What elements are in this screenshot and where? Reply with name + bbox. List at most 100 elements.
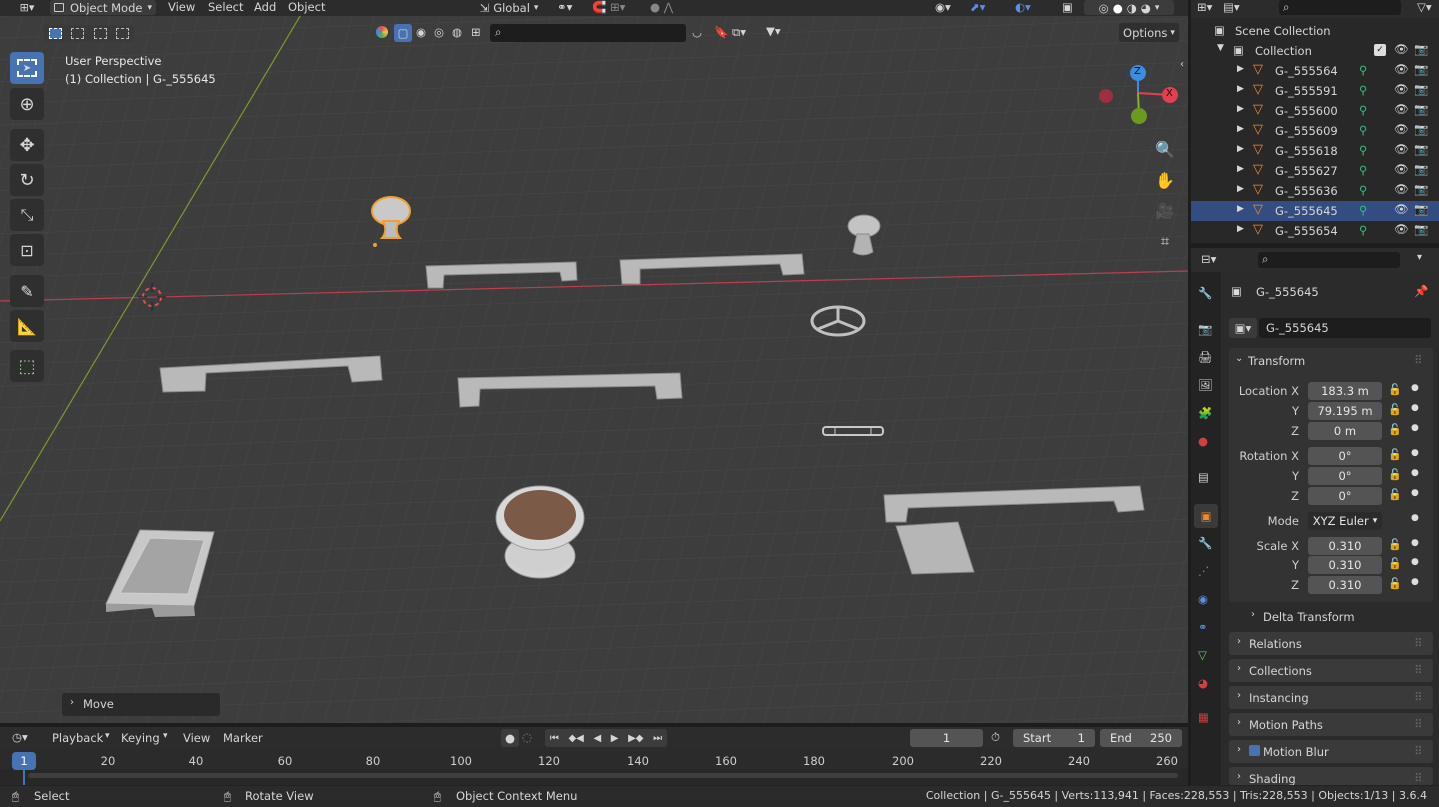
eye-icon[interactable]: 👁 [1394,82,1409,96]
location-y-field[interactable]: 79.195 m [1308,402,1382,420]
panel-motion-paths[interactable]: › Motion Paths ⠿ [1229,713,1433,736]
scale-y-field[interactable]: 0.310 [1308,556,1382,574]
camera-render-icon[interactable]: 📷 [1414,122,1428,136]
rendered-shading-icon[interactable]: ◕ [1141,1,1151,15]
start-frame-field[interactable]: Start 1 [1013,729,1095,747]
modifier-icon[interactable]: ⚲ [1359,163,1367,177]
constraints-tab-icon[interactable]: ⚭ [1198,620,1208,634]
panel-shading[interactable]: › Shading ⠿ [1229,767,1433,785]
vertex-mode-icon[interactable]: ◉ [416,25,426,39]
select-new-icon[interactable] [48,28,62,39]
modifier-icon[interactable]: ⚲ [1359,143,1367,157]
scene-tab-icon[interactable]: 🧩 [1198,406,1212,420]
outliner-object-row[interactable]: ▶ ▽ G-_555645 ⚲ 👁 📷 [1191,201,1439,221]
material-tab-icon[interactable]: ◕ [1198,676,1208,690]
modifier-icon[interactable]: ⚲ [1359,83,1367,97]
material-shading-icon[interactable]: ◑ [1127,1,1137,15]
lock-icon[interactable]: 🔓 [1388,488,1402,501]
jump-start-icon[interactable]: ⏮ [550,733,559,744]
camera-render-icon[interactable]: 📷 [1414,222,1428,236]
pan-button[interactable]: ✋ [1151,166,1179,194]
camera-render-icon[interactable]: 📷 [1414,42,1428,56]
scene-collection-row[interactable]: ▣ Scene Collection [1191,21,1439,41]
menu-keying[interactable]: Keying [121,731,160,745]
expand-arrow-icon[interactable]: ▶ [1237,204,1244,214]
visibility-filter-icon[interactable]: ◡ [692,25,702,39]
keyframe-type-icon[interactable]: ◌ [522,730,532,744]
object-tab-icon[interactable]: ▣ [1194,504,1218,528]
exclude-checkbox[interactable]: ✓ [1374,44,1386,56]
output-tab-icon[interactable]: 🖨 [1198,350,1213,364]
timeline-editor-icon[interactable]: ◷▾ [12,730,28,744]
eye-icon[interactable]: 👁 [1394,122,1409,136]
camera-render-icon[interactable]: 📷 [1414,102,1428,116]
modifier-icon[interactable]: ⚲ [1359,183,1367,197]
zoom-button[interactable]: 🔍 [1151,135,1179,163]
current-frame-field[interactable]: 1 [910,729,983,747]
menu-view[interactable]: View [168,0,195,14]
expand-arrow-icon[interactable]: ▶ [1237,164,1244,174]
xray-icon[interactable]: ▣ [1062,0,1073,14]
transform-title[interactable]: Transform [1248,354,1305,368]
measure-tool[interactable]: 📐 [10,310,44,342]
menu-playback[interactable]: Playback [52,731,103,745]
rotation-z-field[interactable]: 0° [1308,487,1382,505]
wireframe-shading-icon[interactable]: ◎ [1099,1,1109,15]
lock-icon[interactable]: 🔓 [1388,403,1402,416]
pin-icon[interactable]: 📌 [1414,284,1428,298]
panel-relations[interactable]: › Relations ⠿ [1229,632,1433,655]
lock-icon[interactable]: 🔓 [1388,538,1402,551]
record-button[interactable]: ● [501,729,519,747]
move-tool[interactable]: ✥ [10,129,44,161]
mode-dropdown[interactable]: Object Mode ▾ [50,0,156,15]
camera-view-button[interactable]: 🎥 [1151,197,1179,225]
keyframe-dot-icon[interactable]: ● [1411,403,1419,413]
drag-handle-icon[interactable]: ⠿ [1414,744,1422,758]
modifier-icon[interactable]: ⚲ [1359,203,1367,217]
end-frame-field[interactable]: End 250 [1100,729,1182,747]
filter-icon[interactable]: ▽▾ [1417,0,1432,14]
display-mode-icon[interactable]: ▤▾ [1223,0,1240,14]
camera-render-icon[interactable]: 📷 [1414,182,1428,196]
collection-tab-icon[interactable]: ▤ [1198,470,1209,484]
outliner-object-row[interactable]: ▶ ▽ G-_555654 ⚲ 👁 📷 [1191,221,1439,241]
modifier-icon[interactable]: ⚲ [1359,223,1367,237]
keyframe-dot-icon[interactable]: ● [1411,448,1419,458]
select-invert-icon[interactable] [116,28,130,39]
add-cube-tool[interactable]: ⬚ [10,350,44,382]
menu-add[interactable]: Add [254,0,276,14]
object-name-field[interactable]: G-_555645 [1259,318,1431,338]
delta-transform-label[interactable]: Delta Transform [1263,610,1355,624]
rotate-tool[interactable]: ↻ [10,164,44,196]
chevron-right-icon[interactable]: › [1251,609,1255,620]
outliner-search-input[interactable]: ⌕ [1279,0,1401,15]
scale-x-field[interactable]: 0.310 [1308,537,1382,555]
prev-keyframe-icon[interactable]: ◆◀ [568,733,583,744]
transform-tool[interactable]: ⊡ [10,234,44,266]
camera-render-icon[interactable]: 📷 [1414,162,1428,176]
camera-render-icon[interactable]: 📷 [1414,62,1428,76]
orientation-dropdown[interactable]: ⇲ Global ▾ [470,0,548,15]
outliner-object-row[interactable]: ▶ ▽ G-_555627 ⚲ 👁 📷 [1191,161,1439,181]
keyframe-dot-icon[interactable]: ● [1411,488,1419,498]
object-type-icon[interactable] [376,26,388,38]
lock-icon[interactable]: 🔓 [1388,557,1402,570]
outliner-object-row[interactable]: ▶ ▽ G-_555609 ⚲ 👁 📷 [1191,121,1439,141]
menu-marker[interactable]: Marker [223,731,263,745]
outliner-object-row[interactable]: ▶ ▽ G-_555564 ⚲ 👁 📷 [1191,61,1439,81]
outliner-object-row[interactable]: ▶ ▽ G-_555636 ⚲ 👁 📷 [1191,181,1439,201]
menu-select[interactable]: Select [208,0,243,14]
expand-arrow-icon[interactable]: ▶ [1237,104,1244,114]
scale-z-field[interactable]: 0.310 [1308,576,1382,594]
last-operator-panel[interactable]: › Move [62,693,220,716]
solid-shading-icon[interactable]: ● [1113,1,1123,15]
navigation-gizmo[interactable]: Z X [1092,58,1182,128]
motion-blur-checkbox[interactable] [1249,745,1260,756]
restrict-icon[interactable]: ⧉▾ [732,25,746,40]
lock-icon[interactable]: 🔓 [1388,383,1402,396]
view-layer-tab-icon[interactable]: 🖼 [1198,378,1213,392]
rotation-y-field[interactable]: 0° [1308,467,1382,485]
eye-icon[interactable]: 👁 [1394,42,1409,56]
location-x-field[interactable]: 183.3 m [1308,382,1382,400]
ortho-toggle-button[interactable]: ⌗ [1151,227,1179,255]
